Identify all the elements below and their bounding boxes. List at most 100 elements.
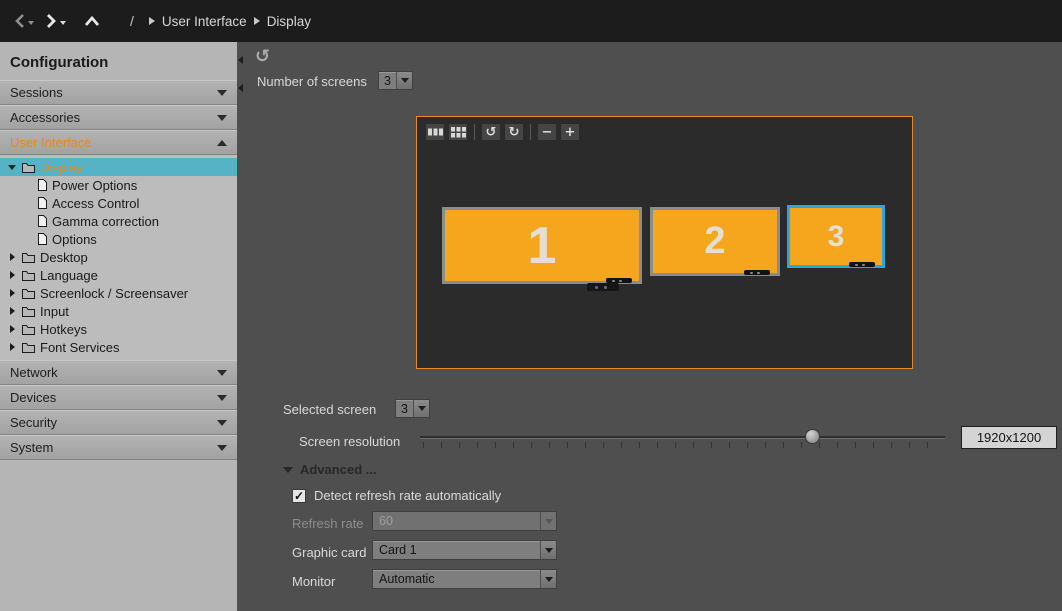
breadcrumb-display[interactable]: Display xyxy=(267,14,311,29)
folder-icon xyxy=(22,252,35,263)
sidebar-section-system[interactable]: System xyxy=(0,435,237,460)
chevron-down-icon xyxy=(217,90,227,96)
monitor-osd-buttons xyxy=(744,270,770,275)
refresh-rate-dropdown: 60 xyxy=(372,511,557,531)
expander-closed-icon[interactable] xyxy=(10,289,15,297)
monitor-osd-buttons xyxy=(849,262,875,267)
monitor-value: Automatic xyxy=(373,570,540,588)
chevron-down-icon xyxy=(217,445,227,451)
splitter-collapse-handle[interactable] xyxy=(238,56,246,92)
monitor-arrangement-panel: ↺ ↻ − + 1 2 3 xyxy=(416,116,913,369)
breadcrumb-root[interactable]: / xyxy=(130,13,134,29)
graphic-card-value: Card 1 xyxy=(373,541,540,559)
graphic-card-dropdown[interactable]: Card 1 xyxy=(372,540,557,560)
user-interface-tree: Display Power Options Access Control Gam… xyxy=(0,155,237,360)
chevron-up-icon xyxy=(217,140,227,146)
chevron-down-icon xyxy=(217,370,227,376)
advanced-expander[interactable]: Advanced ... xyxy=(283,462,377,477)
zoom-in-icon[interactable]: + xyxy=(560,123,580,141)
screen-resolution-value: 1920x1200 xyxy=(961,426,1057,449)
detect-refresh-label: Detect refresh rate automatically xyxy=(314,488,501,503)
tree-item-access-control[interactable]: Access Control xyxy=(0,194,237,212)
file-icon xyxy=(38,197,47,209)
forward-button[interactable] xyxy=(46,13,66,29)
file-icon xyxy=(38,233,47,245)
chevron-left-icon xyxy=(14,13,25,29)
tree-item-screenlock-screensaver[interactable]: Screenlock / Screensaver xyxy=(0,284,237,302)
slider-track xyxy=(420,436,945,439)
number-of-screens-dropdown[interactable]: 3 xyxy=(378,71,413,90)
rotate-right-icon[interactable]: ↻ xyxy=(504,123,524,141)
monitor-3-number: 3 xyxy=(828,220,845,254)
tree-item-display[interactable]: Display xyxy=(0,158,237,176)
up-button[interactable] xyxy=(84,15,100,27)
expander-closed-icon[interactable] xyxy=(10,343,15,351)
number-of-screens-label: Number of screens xyxy=(257,74,367,89)
reset-icon[interactable]: ↺ xyxy=(255,46,270,67)
graphic-card-label: Graphic card xyxy=(292,545,366,560)
refresh-rate-label: Refresh rate xyxy=(292,516,364,531)
monitor-dropdown[interactable]: Automatic xyxy=(372,569,557,589)
dropdown-arrow-icon xyxy=(540,512,556,530)
arrange-row-icon[interactable] xyxy=(425,123,445,141)
back-button[interactable] xyxy=(14,13,34,29)
chevron-up-icon xyxy=(84,15,100,27)
dropdown-arrow-icon xyxy=(540,570,556,588)
selected-screen-label: Selected screen xyxy=(283,402,376,417)
sidebar-title: Configuration xyxy=(0,42,237,80)
sidebar-section-accessories[interactable]: Accessories xyxy=(0,105,237,130)
tree-item-input[interactable]: Input xyxy=(0,302,237,320)
monitor-stand xyxy=(587,283,619,291)
selected-screen-value: 3 xyxy=(396,400,413,417)
rotate-left-icon[interactable]: ↺ xyxy=(481,123,501,141)
slider-ticks xyxy=(423,442,945,448)
sidebar-section-devices[interactable]: Devices xyxy=(0,385,237,410)
expander-closed-icon[interactable] xyxy=(10,271,15,279)
folder-icon xyxy=(22,324,35,335)
tree-item-options[interactable]: Options xyxy=(0,230,237,248)
monitor-label: Monitor xyxy=(292,574,335,589)
selected-screen-dropdown[interactable]: 3 xyxy=(395,399,430,418)
tree-item-power-options[interactable]: Power Options xyxy=(0,176,237,194)
tree-item-desktop[interactable]: Desktop xyxy=(0,248,237,266)
folder-icon xyxy=(22,270,35,281)
configuration-sidebar: Configuration Sessions Accessories User … xyxy=(0,42,237,611)
screen-resolution-slider[interactable] xyxy=(420,426,945,450)
expander-open-icon xyxy=(283,467,293,473)
arrange-grid-icon[interactable] xyxy=(448,123,468,141)
forward-history-caret-icon xyxy=(60,21,66,25)
tree-item-hotkeys[interactable]: Hotkeys xyxy=(0,320,237,338)
monitor-3[interactable]: 3 xyxy=(787,205,885,268)
sidebar-section-sessions[interactable]: Sessions xyxy=(0,80,237,105)
toolbar-separator xyxy=(474,124,475,140)
tree-item-font-services[interactable]: Font Services xyxy=(0,338,237,356)
tree-item-gamma-correction[interactable]: Gamma correction xyxy=(0,212,237,230)
detect-refresh-checkbox[interactable]: ✓ xyxy=(292,489,306,503)
dropdown-arrow-icon xyxy=(396,72,412,89)
sidebar-section-security[interactable]: Security xyxy=(0,410,237,435)
expander-closed-icon[interactable] xyxy=(10,253,15,261)
monitor-2-number: 2 xyxy=(704,220,725,263)
monitor-1[interactable]: 1 xyxy=(442,207,642,284)
detect-refresh-row: ✓ Detect refresh rate automatically xyxy=(292,488,501,503)
breadcrumb-user-interface[interactable]: User Interface xyxy=(162,14,247,29)
tree-item-language[interactable]: Language xyxy=(0,266,237,284)
dropdown-arrow-icon xyxy=(540,541,556,559)
monitor-toolbar: ↺ ↻ − + xyxy=(425,123,580,141)
file-icon xyxy=(38,215,47,227)
chevron-down-icon xyxy=(217,115,227,121)
toolbar-separator xyxy=(530,124,531,140)
chevron-down-icon xyxy=(217,395,227,401)
breadcrumb-arrow-icon xyxy=(254,17,260,25)
monitor-1-number: 1 xyxy=(528,216,557,276)
expander-closed-icon[interactable] xyxy=(10,307,15,315)
zoom-out-icon[interactable]: − xyxy=(537,123,557,141)
sidebar-section-network[interactable]: Network xyxy=(0,360,237,385)
monitor-2[interactable]: 2 xyxy=(650,207,780,276)
expander-closed-icon[interactable] xyxy=(10,325,15,333)
sidebar-section-user-interface[interactable]: User Interface xyxy=(0,130,237,155)
number-of-screens-value: 3 xyxy=(379,72,396,89)
expander-open-icon[interactable] xyxy=(8,165,16,170)
top-navigation-bar: / User Interface Display xyxy=(0,0,1062,42)
refresh-rate-value: 60 xyxy=(373,512,540,530)
